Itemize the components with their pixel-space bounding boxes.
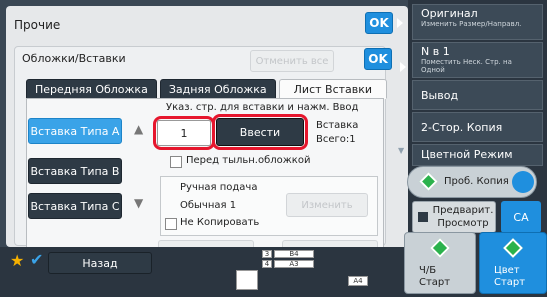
checkmark-icon[interactable]: ✔	[30, 250, 43, 269]
n-up-subtitle: Поместить Неск. Стр. на Одной	[421, 58, 512, 74]
no-copy-label: Не Копировать	[180, 217, 260, 228]
start-color-button[interactable]: Цвет Старт	[479, 232, 547, 294]
favorite-star-icon[interactable]: ★	[10, 251, 24, 270]
tab-front-cover[interactable]: Передняя Обложка	[26, 79, 157, 99]
tab-back-cover[interactable]: Задняя Обложка	[159, 79, 276, 99]
expand-arrow-icon[interactable]	[397, 18, 403, 28]
side-expand-icon[interactable]	[400, 62, 406, 72]
dialog-title: Обложки/Вставки	[22, 52, 126, 65]
paper-icon	[236, 270, 258, 290]
duplex-copy-button[interactable]: 2-Стор. Копия	[412, 112, 543, 142]
no-copy-checkbox[interactable]	[165, 218, 177, 230]
tray-3-size: B4	[274, 250, 314, 258]
tab-bar: Передняя Обложка Задняя Обложка Лист Вст…	[26, 79, 390, 99]
proof-copy-button[interactable]: Проб. Копия	[407, 166, 537, 198]
color-mode-button[interactable]: Цветной Режим	[412, 144, 543, 166]
window-title: Прочие	[14, 18, 61, 32]
insert-type-b-button[interactable]: Вставка Типа B	[28, 158, 122, 184]
start-color-label: Цвет	[494, 265, 520, 276]
page-entry-label: Указ. стр. для вставки и нажм. Ввод	[166, 102, 359, 113]
page-number-input[interactable]: 1	[157, 120, 211, 146]
tray-4-number: 4	[262, 260, 272, 268]
insert-type-a-button[interactable]: Вставка Типа A	[28, 118, 122, 144]
scroll-menu-down-icon[interactable]: ▼	[398, 146, 404, 155]
tray-3-number: 3	[262, 250, 272, 258]
tray-status: 3 B4 4 A3	[262, 250, 346, 286]
dialog-ok-button[interactable]: OK	[364, 48, 392, 70]
duplex-copy-title: 2-Стор. Копия	[421, 121, 503, 134]
proof-copy-icon	[419, 172, 438, 191]
window-ok-button[interactable]: OK	[365, 12, 393, 34]
enter-button[interactable]: Ввести	[216, 118, 304, 146]
insertion-label: Вставка	[316, 120, 359, 131]
start-bw-label: Ч/Б	[419, 265, 437, 276]
start-color-icon	[503, 238, 523, 258]
original-button[interactable]: Оригинал Изменить Размер/Направл.	[412, 4, 543, 40]
output-button[interactable]: Вывод	[412, 80, 543, 110]
insert-type-c-button[interactable]: Вставка Типа C	[28, 193, 122, 219]
preview-label: Предварит. Просмотр	[432, 205, 494, 229]
before-back-cover-label: Перед тыльн.обложкой	[186, 155, 311, 166]
total-count-label: Всего:1	[316, 134, 356, 145]
preview-button[interactable]: Предварит. Просмотр	[412, 201, 496, 233]
proof-copy-color-indicator	[512, 171, 534, 193]
paper-type-label: Обычная 1	[180, 200, 237, 211]
preview-icon	[418, 212, 428, 222]
cancel-all-button[interactable]: Отменить все	[250, 50, 334, 72]
back-button[interactable]: Назад	[48, 252, 152, 274]
original-title: Оригинал	[421, 7, 478, 20]
start-color-sub: Старт	[494, 277, 526, 288]
clear-all-button[interactable]: CA	[501, 201, 541, 233]
start-bw-sub: Старт	[419, 277, 451, 288]
tray-4-size: A3	[274, 260, 314, 268]
n-up-button[interactable]: N в 1 Поместить Неск. Стр. на Одной	[412, 42, 543, 78]
start-bw-button[interactable]: Ч/Б Старт	[404, 232, 476, 294]
color-mode-title: Цветной Режим	[421, 148, 513, 161]
proof-copy-label: Проб. Копия	[444, 176, 509, 187]
before-back-cover-checkbox[interactable]	[170, 156, 182, 168]
current-paper-size: A4	[348, 276, 368, 286]
output-title: Вывод	[421, 89, 459, 102]
change-paper-button[interactable]: Изменить	[286, 193, 368, 217]
tab-insert-sheet[interactable]: Лист Вставки	[278, 79, 388, 99]
start-bw-icon	[430, 238, 450, 258]
scroll-up-icon[interactable]: ▲	[134, 122, 143, 136]
scroll-down-icon[interactable]: ▼	[134, 196, 143, 210]
paper-tray-label: Ручная подача	[180, 182, 258, 193]
n-up-title: N в 1	[421, 45, 450, 58]
original-subtitle: Изменить Размер/Направл.	[421, 20, 522, 28]
